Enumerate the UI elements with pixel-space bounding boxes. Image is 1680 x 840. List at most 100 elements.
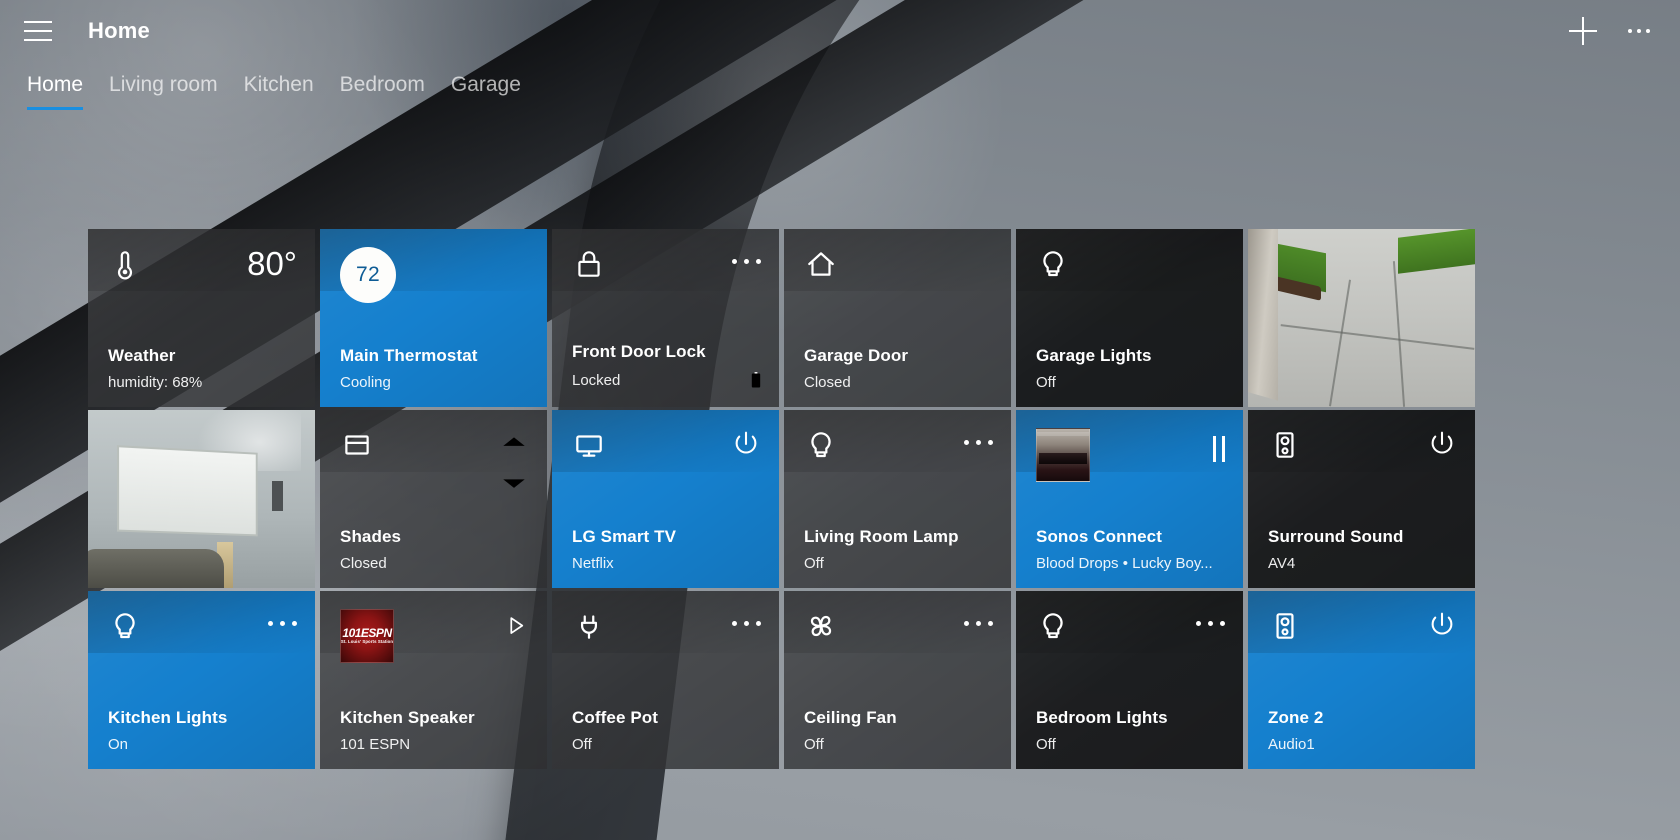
tile-title: Main Thermostat [340, 346, 478, 365]
tile-overflow-button[interactable] [732, 609, 761, 626]
tab-home[interactable]: Home [14, 70, 96, 110]
tile-status-text: Off [1036, 374, 1056, 391]
tile-title: Garage Door [804, 346, 909, 365]
tile-footer: Coffee Pot Off [572, 708, 763, 753]
tile-footer: Garage Door Closed [804, 346, 995, 391]
title-bar: Home [0, 0, 1680, 62]
tile-header [1268, 609, 1457, 653]
tile-status-text: Off [804, 736, 824, 753]
tile-overflow-button[interactable] [964, 609, 993, 626]
tile-status: Off [1036, 374, 1227, 391]
more-options-button[interactable] [1616, 9, 1662, 53]
tab-garage[interactable]: Garage [438, 70, 534, 100]
tile-header [804, 247, 993, 291]
tile-title: Kitchen Speaker [340, 708, 475, 727]
tile-footer: Kitchen Speaker 101 ESPN [340, 708, 531, 753]
blinds-icon [340, 428, 374, 462]
tile-status: Closed [340, 555, 531, 572]
tile-status-text: Cooling [340, 374, 391, 391]
tile-status-text: Locked [572, 372, 621, 389]
tile-status: Off [572, 736, 763, 753]
monitor-icon [572, 428, 606, 462]
tile-overflow-button[interactable] [1196, 609, 1225, 626]
tile-status: Off [1036, 736, 1227, 753]
chevron-up-icon[interactable] [499, 432, 529, 448]
thermostat-setpoint: 72 [356, 263, 380, 286]
tile-status-text: humidity: 68% [108, 374, 203, 391]
lock-closed-icon [572, 247, 606, 281]
tile-grid: 80° Weather humidity: 68% 72 Main Thermostat… [88, 229, 1480, 769]
tile-ceiling-fan[interactable]: Ceiling Fan Off [784, 591, 1011, 769]
tile-header [340, 428, 529, 488]
tile-status: On [108, 736, 299, 753]
page-title: Home [88, 18, 150, 43]
tile-title: Shades [340, 527, 402, 546]
tile-sonos-connect[interactable]: Sonos Connect Blood Drops • Lucky Boy... [1016, 410, 1243, 588]
tile-kitchen-speaker[interactable]: 101ESPN St. Louis' Sports Station Kitchen … [320, 591, 547, 769]
tile-overflow-button[interactable] [964, 428, 993, 445]
tile-header [1036, 247, 1225, 291]
tile-status: Cooling [340, 374, 531, 391]
tile-title: Surround Sound [1268, 527, 1404, 546]
tile-header: 101ESPN St. Louis' Sports Station [340, 609, 529, 663]
tile-overflow-button[interactable] [268, 609, 297, 626]
tile-footer: Shades Closed [340, 527, 531, 572]
tile-header [572, 609, 761, 653]
tile-main-thermostat[interactable]: 72 Main Thermostat Cooling [320, 229, 547, 407]
tab-living-room[interactable]: Living room [96, 70, 231, 100]
pause-button[interactable] [1213, 428, 1225, 462]
tile-footer: LG Smart TV Netflix [572, 527, 763, 572]
tile-status-text: Closed [804, 374, 851, 391]
tile-status: AV4 [1268, 555, 1459, 572]
tile-status: Netflix [572, 555, 763, 572]
tile-status-text: 101 ESPN [340, 736, 411, 753]
tile-status: Locked [572, 370, 763, 391]
tile-header [572, 428, 761, 472]
tile-footer: Front Door Lock Locked [572, 342, 763, 391]
tile-title: Coffee Pot [572, 708, 658, 727]
tile-title: Kitchen Lights [108, 708, 228, 727]
tile-living-room-camera[interactable] [88, 410, 315, 588]
tile-status-text: On [108, 736, 129, 753]
hamburger-icon[interactable] [14, 11, 62, 51]
power-icon[interactable] [731, 428, 761, 458]
tab-kitchen[interactable]: Kitchen [231, 70, 327, 100]
tab-bedroom[interactable]: Bedroom [327, 70, 438, 100]
tile-status-text: Off [572, 736, 592, 753]
tile-garage-door[interactable]: Garage Door Closed [784, 229, 1011, 407]
tile-front-door-lock[interactable]: Front Door Lock Locked [552, 229, 779, 407]
tile-driveway-camera[interactable] [1248, 229, 1475, 407]
tile-living-room-lamp[interactable]: Living Room Lamp Off [784, 410, 1011, 588]
tile-kitchen-lights[interactable]: Kitchen Lights On [88, 591, 315, 769]
tile-overflow-button[interactable] [732, 247, 761, 264]
chevron-down-icon[interactable] [499, 474, 529, 490]
thermometer-icon [108, 247, 142, 281]
tile-status-text: Closed [340, 555, 387, 572]
tile-zone-2[interactable]: Zone 2 Audio1 [1248, 591, 1475, 769]
home-icon [804, 247, 838, 281]
tile-footer: Living Room Lamp Off [804, 527, 995, 572]
power-icon[interactable] [1427, 428, 1457, 458]
add-button[interactable] [1560, 9, 1606, 53]
tile-garage-lights[interactable]: Garage Lights Off [1016, 229, 1243, 407]
driveway-camera-image [1248, 229, 1475, 407]
power-icon[interactable] [1427, 609, 1457, 639]
tile-surround-sound[interactable]: Surround Sound AV4 [1248, 410, 1475, 588]
play-icon[interactable] [503, 609, 529, 637]
tile-header [572, 247, 761, 291]
station-art: 101ESPN St. Louis' Sports Station [340, 609, 394, 663]
tile-coffee-pot[interactable]: Coffee Pot Off [552, 591, 779, 769]
weather-temperature: 80° [247, 245, 297, 282]
pivot-tabs: Home Living room Kitchen Bedroom Garage [14, 70, 1680, 122]
tile-weather[interactable]: 80° Weather humidity: 68% [88, 229, 315, 407]
tile-status-text: Netflix [572, 555, 614, 572]
tile-bedroom-lights[interactable]: Bedroom Lights Off [1016, 591, 1243, 769]
tile-status: Off [804, 736, 995, 753]
tile-footer: Zone 2 Audio1 [1268, 708, 1459, 753]
tile-lg-smart-tv[interactable]: LG Smart TV Netflix [552, 410, 779, 588]
tile-header [1036, 428, 1225, 482]
tile-status: 101 ESPN [340, 736, 531, 753]
ellipsis-icon [1628, 29, 1650, 33]
tile-shades[interactable]: Shades Closed [320, 410, 547, 588]
tile-status-text: Off [1036, 736, 1056, 753]
